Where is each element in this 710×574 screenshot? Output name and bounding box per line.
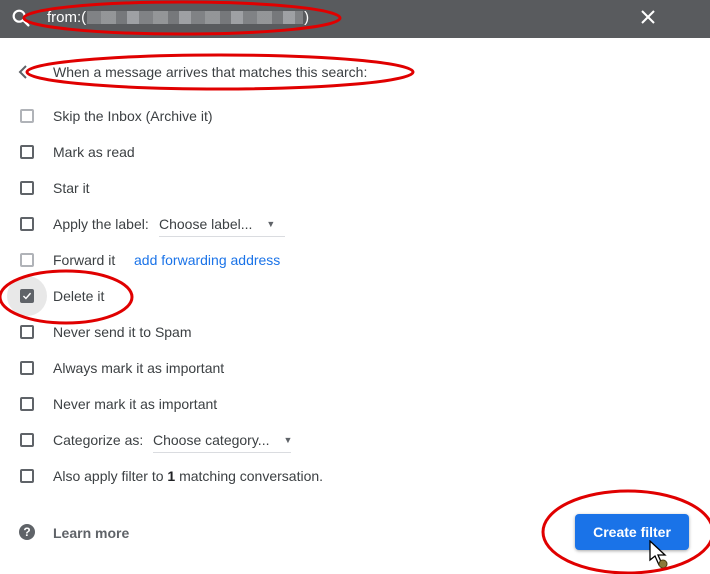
option-label: Never send it to Spam [53, 324, 192, 340]
dropdown-caret-icon: ▼ [283, 435, 293, 445]
checkbox[interactable] [20, 145, 34, 159]
option-forward-it[interactable]: Forward it add forwarding address [0, 246, 560, 274]
option-apply-label[interactable]: Apply the label: Choose label... ▼ [0, 210, 560, 238]
label-select[interactable]: Choose label... ▼ [159, 216, 285, 237]
category-select-value: Choose category... [153, 432, 270, 448]
close-icon[interactable] [638, 7, 658, 27]
option-label: Forward it [53, 252, 116, 268]
redacted-email [87, 11, 304, 24]
checkbox[interactable] [20, 253, 34, 267]
option-never-important[interactable]: Never mark it as important [0, 390, 560, 418]
svg-text:?: ? [23, 525, 30, 539]
option-label: Apply the label: [53, 216, 149, 232]
option-label: Skip the Inbox (Archive it) [53, 108, 213, 124]
matching-count: 1 [167, 468, 176, 484]
help-icon[interactable]: ? [18, 523, 36, 541]
dropdown-caret-icon: ▼ [266, 219, 276, 229]
option-categorize[interactable]: Categorize as: Choose category... ▼ [0, 426, 560, 454]
option-label-prefix: Also apply filter to [53, 468, 164, 484]
option-label: Mark as read [53, 144, 135, 160]
checkbox[interactable] [20, 109, 34, 123]
checkbox[interactable] [20, 325, 34, 339]
checkbox[interactable] [20, 217, 34, 231]
option-apply-to-matching[interactable]: Also apply filter to 1 matching conversa… [0, 462, 560, 490]
option-delete-it[interactable]: Delete it [0, 276, 560, 316]
option-label: Never mark it as important [53, 396, 218, 412]
option-star-it[interactable]: Star it [0, 174, 560, 202]
checkbox[interactable] [20, 469, 34, 483]
match-heading: When a message arrives that matches this… [53, 64, 368, 80]
option-label: Delete it [53, 288, 105, 304]
learn-more-link[interactable]: Learn more [53, 525, 129, 541]
option-always-important[interactable]: Always mark it as important [0, 354, 560, 382]
back-arrow-icon[interactable] [14, 62, 34, 82]
query-prefix: from:( [47, 9, 87, 26]
option-label: Star it [53, 180, 90, 196]
option-never-spam[interactable]: Never send it to Spam [0, 318, 560, 346]
checkbox[interactable] [20, 433, 34, 447]
checkbox[interactable] [20, 181, 34, 195]
checkbox-checked[interactable] [20, 289, 34, 303]
option-label: Categorize as: [53, 432, 144, 448]
mouse-cursor-icon [649, 540, 668, 569]
option-label: Also apply filter to 1 matching conversa… [53, 468, 323, 484]
label-select-value: Choose label... [159, 216, 253, 232]
create-filter-button[interactable]: Create filter [575, 514, 689, 550]
checkmark-icon [22, 292, 32, 300]
option-label: Always mark it as important [53, 360, 225, 376]
checkbox[interactable] [20, 361, 34, 375]
option-skip-inbox[interactable]: Skip the Inbox (Archive it) [0, 102, 560, 130]
category-select[interactable]: Choose category... ▼ [153, 432, 293, 453]
option-mark-as-read[interactable]: Mark as read [0, 138, 560, 166]
search-icon[interactable] [10, 7, 32, 29]
query-suffix: ) [304, 9, 310, 26]
add-forwarding-address-link[interactable]: add forwarding address [134, 252, 280, 268]
checkbox[interactable] [20, 397, 34, 411]
search-query[interactable]: from:( ) [47, 9, 309, 26]
search-bar: from:( ) [0, 0, 710, 38]
option-label-suffix: matching conversation. [179, 468, 324, 484]
